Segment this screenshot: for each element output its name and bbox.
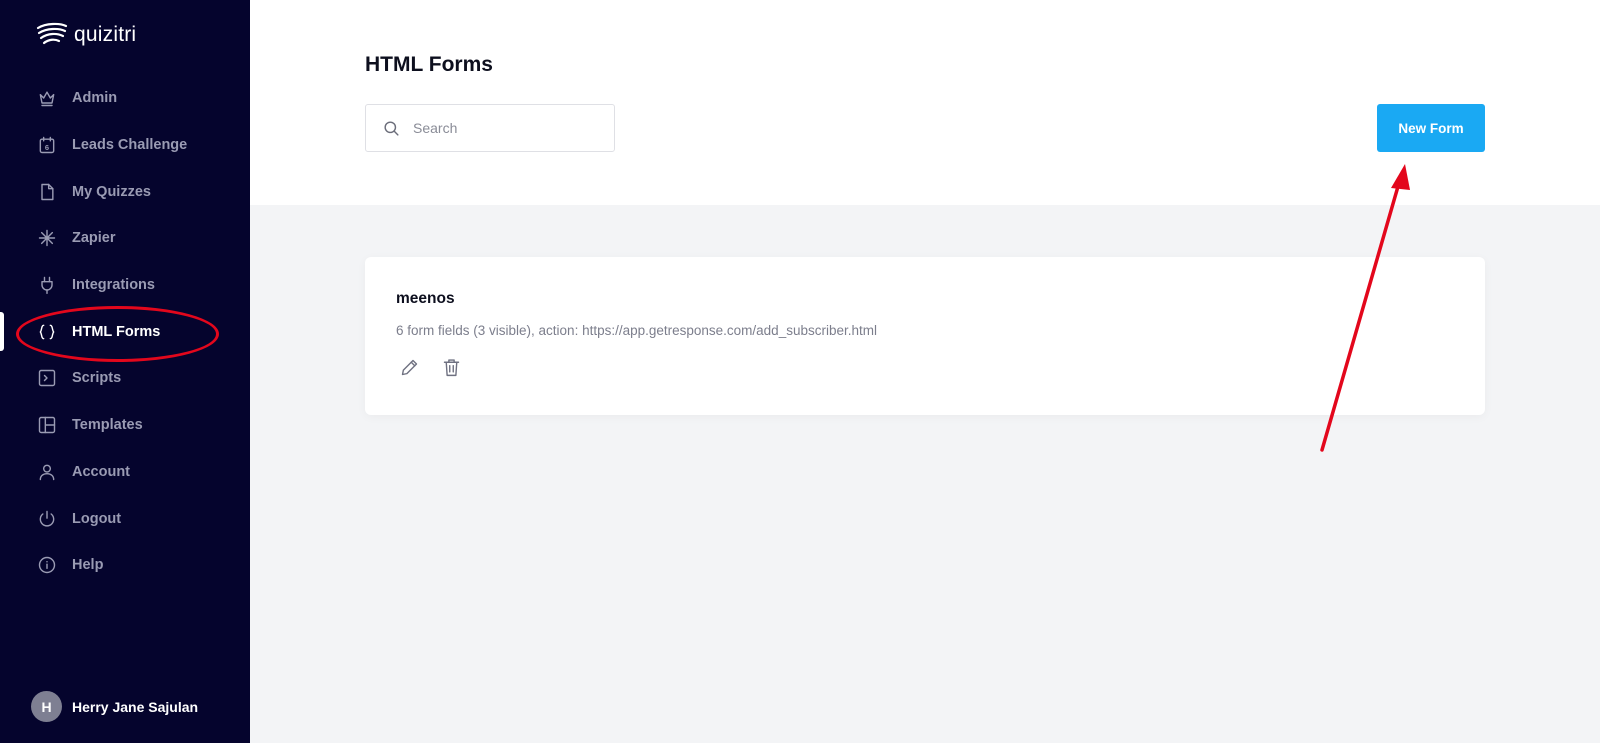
swirl-logo-icon (36, 22, 68, 45)
sidebar-item-label: Help (72, 557, 104, 574)
plug-icon (36, 274, 58, 296)
form-actions (396, 354, 464, 380)
form-description: 6 form fields (3 visible), action: https… (396, 323, 877, 338)
sidebar-item-label: Scripts (72, 370, 122, 387)
sidebar-item-label: My Quizzes (72, 183, 151, 200)
terminal-icon (36, 367, 58, 389)
search-input[interactable] (413, 120, 603, 136)
calendar-day: 6 (45, 143, 49, 152)
avatar: H (31, 691, 62, 722)
calendar-icon: 6 (36, 134, 58, 156)
delete-button[interactable] (438, 354, 464, 380)
search-box[interactable] (365, 104, 615, 152)
sidebar-item-html-forms[interactable]: HTML Forms (0, 308, 250, 355)
braces-icon (36, 321, 58, 343)
sidebar-item-leads-challenge[interactable]: 6 Leads Challenge (0, 122, 250, 169)
user-icon (36, 461, 58, 483)
form-name: meenos (396, 290, 455, 307)
form-card: meenos 6 form fields (3 visible), action… (365, 257, 1485, 415)
sidebar-item-templates[interactable]: Templates (0, 402, 250, 449)
sidebar-item-label: Logout (72, 510, 122, 527)
sidebar-item-zapier[interactable]: Zapier (0, 215, 250, 262)
sidebar-nav: Admin 6 Leads Challenge My Quizzes Zapie… (0, 75, 250, 589)
sidebar-item-admin[interactable]: Admin (0, 75, 250, 122)
sidebar-item-label: Integrations (72, 277, 155, 294)
brand-logo[interactable]: quizitri (36, 22, 136, 48)
sidebar-item-label: Account (72, 463, 130, 480)
sidebar-item-scripts[interactable]: Scripts (0, 355, 250, 402)
page-title: HTML Forms (365, 53, 493, 76)
sidebar-item-label: Templates (72, 417, 143, 434)
sidebar-item-help[interactable]: Help (0, 542, 250, 589)
power-icon (36, 508, 58, 530)
file-icon (36, 181, 58, 203)
page-header: HTML Forms New Form (250, 0, 1600, 205)
sidebar-item-account[interactable]: Account (0, 449, 250, 496)
search-icon (384, 120, 399, 136)
sidebar-item-label: Leads Challenge (72, 137, 188, 154)
user-profile[interactable]: H Herry Jane Sajulan (31, 691, 198, 722)
sidebar: quizitri Admin 6 Leads Challenge My Quiz… (0, 0, 250, 743)
trash-icon (443, 358, 459, 376)
crown-icon (36, 87, 58, 109)
new-form-button[interactable]: New Form (1377, 104, 1485, 152)
asterisk-icon (36, 227, 58, 249)
sidebar-item-integrations[interactable]: Integrations (0, 262, 250, 309)
brand-name: quizitri (74, 23, 137, 46)
user-name: Herry Jane Sajulan (72, 698, 199, 715)
pencil-icon (401, 359, 417, 375)
info-icon (36, 554, 58, 576)
layout-icon (36, 414, 58, 436)
sidebar-item-my-quizzes[interactable]: My Quizzes (0, 168, 250, 215)
sidebar-item-logout[interactable]: Logout (0, 495, 250, 542)
sidebar-item-label: Admin (72, 90, 118, 107)
sidebar-item-label: HTML Forms (72, 323, 161, 340)
edit-button[interactable] (396, 354, 422, 380)
sidebar-item-label: Zapier (72, 230, 116, 247)
